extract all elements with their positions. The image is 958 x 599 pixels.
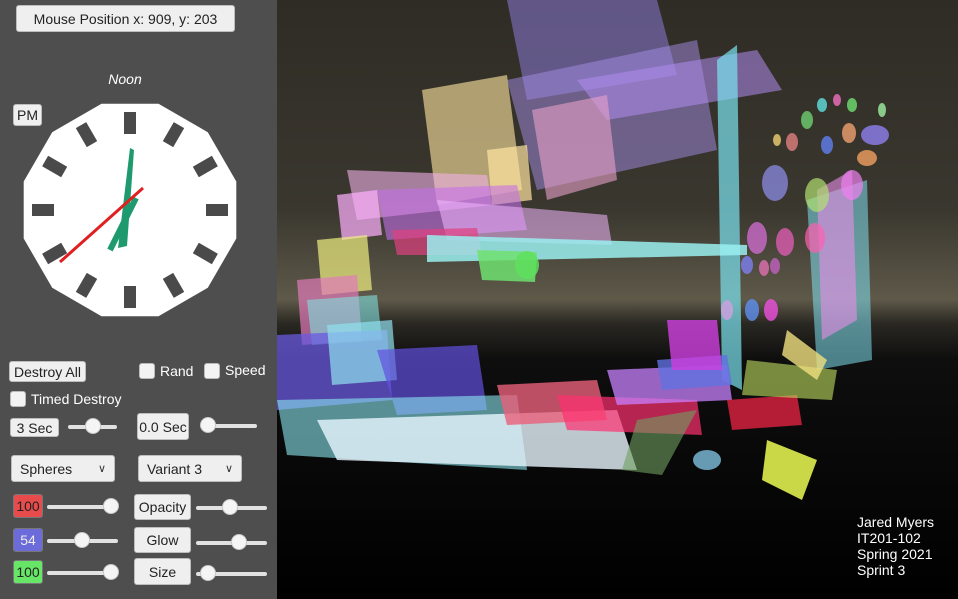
shape-dropdown-value: Spheres xyxy=(20,461,73,477)
shape-sphere xyxy=(801,111,813,129)
size-button[interactable]: Size xyxy=(134,558,191,585)
destroy-time-value: 3 Sec xyxy=(10,418,59,437)
speed-checkbox[interactable] xyxy=(204,363,220,379)
shape-sphere xyxy=(741,256,753,274)
shape-sphere xyxy=(842,123,856,143)
credits-text: Jared Myers IT201-102 Spring 2021 Sprint… xyxy=(857,514,934,578)
shape-panel xyxy=(532,95,617,200)
shape-sphere xyxy=(515,251,539,279)
3d-viewport[interactable]: Jared Myers IT201-102 Spring 2021 Sprint… xyxy=(277,0,958,599)
opacity-slider-handle[interactable] xyxy=(222,499,238,515)
speed-time-value: 0.0 Sec xyxy=(137,413,189,440)
shape-scene xyxy=(277,0,889,500)
variant-dropdown-value: Variant 3 xyxy=(147,461,202,477)
glow-button[interactable]: Glow xyxy=(134,527,191,553)
timed-destroy-checkbox[interactable] xyxy=(10,391,26,407)
size-slider-handle[interactable] xyxy=(200,565,216,581)
clock-hour-marker xyxy=(32,204,54,216)
rand-label: Rand xyxy=(160,363,194,379)
clock-hour-marker xyxy=(124,286,136,308)
shape-sphere xyxy=(841,170,863,200)
credit-course: IT201-102 xyxy=(857,530,921,546)
timed-destroy-label: Timed Destroy xyxy=(31,391,122,407)
glow-slider-handle[interactable] xyxy=(231,534,247,550)
blue-slider-handle[interactable] xyxy=(74,532,90,548)
red-slider-handle[interactable] xyxy=(103,498,119,514)
shape-sphere xyxy=(693,450,721,470)
chevron-down-icon: ∨ xyxy=(224,463,233,475)
shape-sphere xyxy=(759,260,769,276)
shape-sphere xyxy=(833,94,841,106)
green-slider-handle[interactable] xyxy=(103,564,119,580)
clock-hour-marker xyxy=(124,112,136,134)
shape-sphere xyxy=(817,98,827,112)
clock-hour-marker xyxy=(206,204,228,216)
shape-box xyxy=(667,320,722,370)
speed-time-slider-handle[interactable] xyxy=(200,417,216,433)
red-value: 100 xyxy=(13,494,43,518)
opacity-button[interactable]: Opacity xyxy=(134,494,191,520)
ampm-toggle-button[interactable]: PM xyxy=(13,104,42,126)
clock-period-label: Noon xyxy=(108,71,142,87)
shape-sphere xyxy=(861,125,889,145)
shape-sphere xyxy=(786,133,798,151)
shape-sphere xyxy=(857,150,877,166)
shape-sphere xyxy=(745,299,759,321)
shape-sphere xyxy=(721,300,733,320)
shape-box xyxy=(727,395,802,430)
credit-term: Spring 2021 xyxy=(857,546,933,562)
shape-sphere xyxy=(805,223,825,253)
rand-checkbox[interactable] xyxy=(139,363,155,379)
shape-sphere xyxy=(747,222,767,254)
shape-box xyxy=(762,440,817,500)
shape-sphere xyxy=(762,165,788,201)
shape-sphere xyxy=(770,258,780,274)
analog-clock xyxy=(23,103,237,317)
credit-name: Jared Myers xyxy=(857,514,935,530)
shape-sphere xyxy=(764,299,778,321)
credit-sprint: Sprint 3 xyxy=(857,562,906,578)
shape-sphere xyxy=(847,98,857,112)
control-panel: Mouse Position x: 909, y: 203 Noon PM De… xyxy=(0,0,277,599)
app-window: Jared Myers IT201-102 Spring 2021 Sprint… xyxy=(0,0,958,599)
shape-box xyxy=(337,190,382,240)
mouse-position-display[interactable]: Mouse Position x: 909, y: 203 xyxy=(16,5,235,32)
chevron-down-icon: ∨ xyxy=(97,463,106,475)
speed-label: Speed xyxy=(225,362,266,378)
destroy-all-button[interactable]: Destroy All xyxy=(9,361,86,382)
blue-value: 54 xyxy=(13,528,43,552)
shape-dropdown[interactable]: Spheres ∨ xyxy=(11,455,115,482)
shape-sphere xyxy=(805,178,829,212)
shape-sphere xyxy=(773,134,781,146)
destroy-time-slider-handle[interactable] xyxy=(85,418,101,434)
shape-sphere xyxy=(821,136,833,154)
shape-sphere xyxy=(776,228,794,256)
shape-sphere xyxy=(878,103,886,117)
green-value: 100 xyxy=(13,560,43,584)
variant-dropdown[interactable]: Variant 3 ∨ xyxy=(138,455,242,482)
